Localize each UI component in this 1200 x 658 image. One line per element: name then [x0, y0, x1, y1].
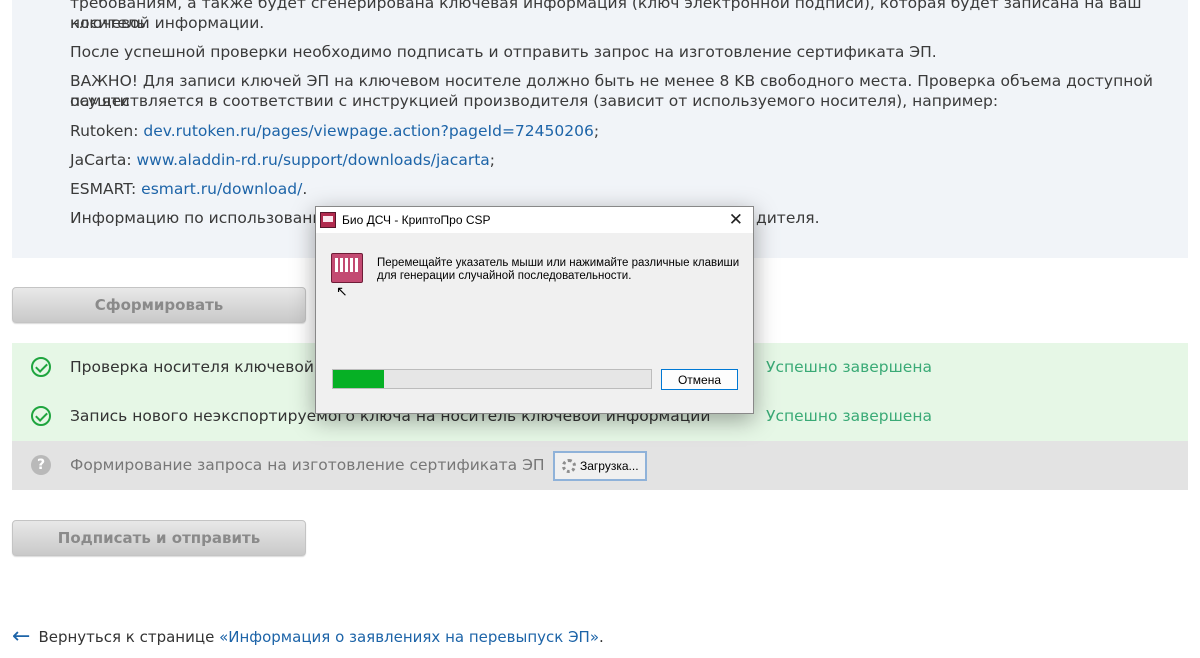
esmart-prefix: ESMART:	[70, 180, 142, 198]
back-suffix: .	[599, 628, 604, 646]
jacarta-prefix: JaCarta:	[70, 151, 137, 169]
check-icon	[31, 357, 51, 377]
dialog-titlebar[interactable]: Био ДСЧ - КриптоПро CSP ✕	[316, 207, 753, 233]
sign-send-button[interactable]: Подписать и отправить	[12, 520, 306, 556]
check-icon	[31, 406, 51, 426]
esmart-link[interactable]: esmart.ru/download/	[141, 180, 302, 198]
esmart-line: ESMART: esmart.ru/download/.	[70, 180, 308, 198]
cryptopro-icon	[320, 212, 336, 228]
cancel-button[interactable]: Отмена	[661, 369, 738, 390]
loading-button[interactable]: Загрузка...	[553, 451, 647, 481]
back-prefix: Вернуться к странице	[38, 628, 220, 646]
jacarta-line: JaCarta: www.aladdin-rd.ru/support/downl…	[70, 151, 496, 169]
question-icon: ?	[31, 455, 51, 475]
info-sign-paragraph: После успешной проверки необходимо подпи…	[70, 43, 937, 61]
spinner-icon	[562, 459, 576, 473]
info-top-line-2: ключевой информации.	[70, 14, 265, 32]
keyboard-icon	[331, 253, 363, 283]
jacarta-link[interactable]: www.aladdin-rd.ru/support/downloads/jaca…	[137, 151, 490, 169]
usage-info-right: дителя.	[756, 209, 820, 227]
dialog-title: Био ДСЧ - КриптоПро CSP	[342, 213, 491, 227]
back-link[interactable]: «Информация о заявлениях на перевыпуск Э…	[219, 628, 599, 646]
dialog-body: ↖ Перемещайте указатель мыши или нажимай…	[316, 233, 753, 413]
rutoken-link[interactable]: dev.rutoken.ru/pages/viewpage.action?pag…	[143, 122, 593, 140]
cryptopro-dialog: Био ДСЧ - КриптоПро CSP ✕ ↖ Перемещайте …	[315, 206, 754, 414]
form-button[interactable]: Сформировать	[12, 287, 306, 323]
back-text: Вернуться к странице «Информация о заявл…	[38, 628, 603, 646]
dialog-message-line-2: для генерации случайной последовательнос…	[377, 270, 632, 282]
step-row-request-form: ? Формирование запроса на изготовление с…	[12, 441, 1188, 490]
rutoken-line: Rutoken: dev.rutoken.ru/pages/viewpage.a…	[70, 122, 600, 140]
entropy-progress-bar	[332, 369, 652, 389]
progress-fill	[333, 370, 384, 388]
mouse-pointer-icon: ↖	[336, 283, 348, 299]
arrow-left-icon[interactable]: ←	[12, 626, 30, 648]
rutoken-prefix: Rutoken:	[70, 122, 144, 140]
info-important-line-2: осуществляется в соответствии с инструкц…	[70, 92, 999, 110]
close-icon[interactable]: ✕	[729, 210, 743, 230]
loading-label: Загрузка...	[580, 459, 639, 473]
dialog-message-line-1: Перемещайте указатель мыши или нажимайте…	[377, 257, 740, 269]
step-status: Успешно завершена	[766, 407, 932, 425]
back-link-row: ← Вернуться к странице «Информация о зая…	[12, 626, 604, 648]
step-label: Формирование запроса на изготовление сер…	[70, 456, 545, 474]
dialog-message: Перемещайте указатель мыши или нажимайте…	[377, 257, 747, 283]
step-status: Успешно завершена	[766, 358, 932, 376]
